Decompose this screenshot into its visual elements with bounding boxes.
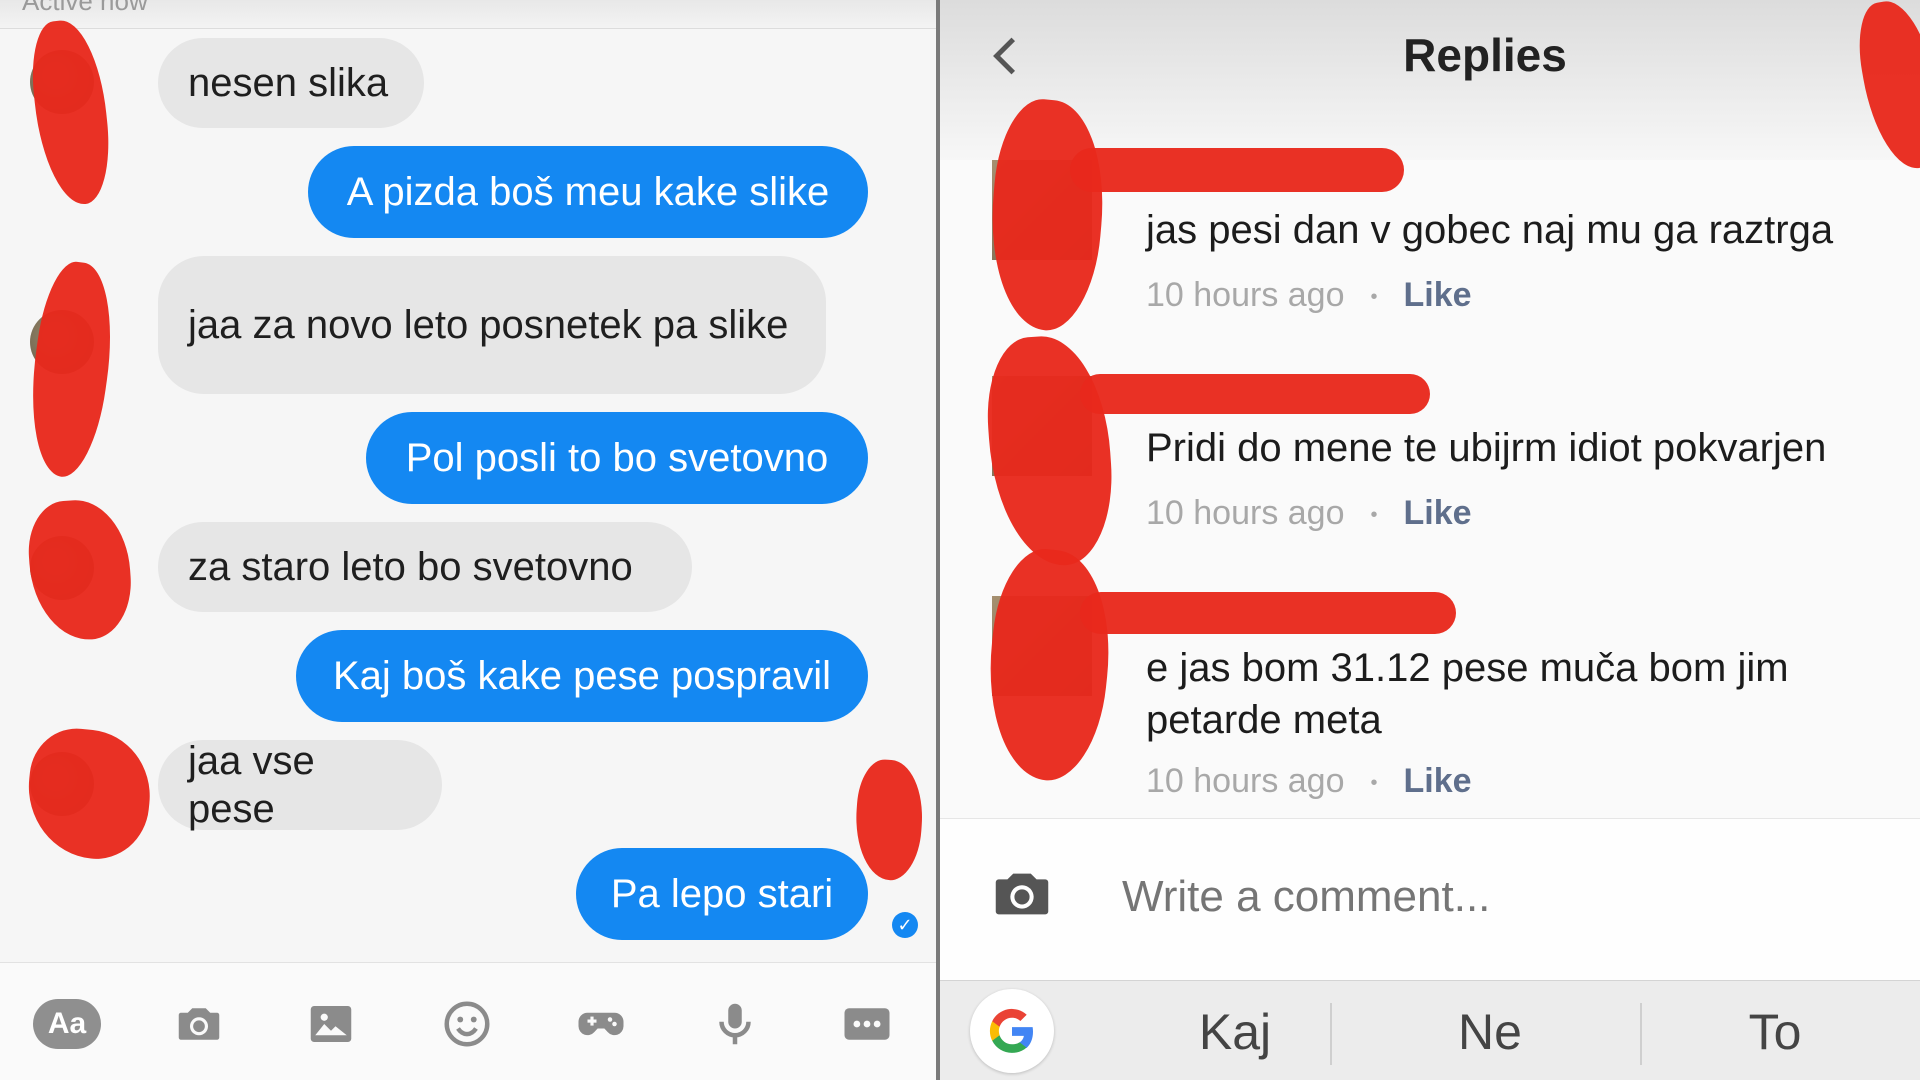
reply-meta: 10 hours ago • Like xyxy=(1146,494,1472,532)
incoming-message[interactable]: jaa za novo leto posnetek pa slike xyxy=(158,256,826,394)
redaction-mark xyxy=(982,332,1118,570)
reply-text: Pridi do mene te ubijrm idiot pokvarjen xyxy=(1146,426,1827,470)
camera-button[interactable] xyxy=(982,859,1062,929)
reply-text: e jas bom 31.12 pese muča bom jim petard… xyxy=(1146,646,1789,742)
comment-input[interactable] xyxy=(1120,871,1824,923)
suggestion-word[interactable]: Ne xyxy=(1340,1003,1640,1061)
more-icon xyxy=(844,1008,890,1040)
outgoing-message[interactable]: A pizda boš meu kake slike xyxy=(308,146,868,238)
redaction-mark xyxy=(25,496,135,644)
replies-panel: Replies jas pesi dan v gobec naj mu ga r… xyxy=(940,0,1920,1080)
like-link[interactable]: Like xyxy=(1404,494,1472,532)
google-icon xyxy=(989,1008,1033,1053)
page-title: Replies xyxy=(1403,29,1567,81)
incoming-message[interactable]: nesen slika xyxy=(158,38,424,128)
reply-timestamp: 10 hours ago xyxy=(1146,276,1345,314)
suggestion-word[interactable]: Kaj xyxy=(1110,1003,1360,1061)
reply-timestamp: 10 hours ago xyxy=(1146,762,1345,800)
gallery-button[interactable] xyxy=(296,995,366,1053)
incoming-message[interactable]: jaa vse pese xyxy=(158,739,442,831)
redaction-mark xyxy=(19,257,123,482)
aa-button[interactable]: Aa xyxy=(32,995,102,1053)
redaction-mark xyxy=(21,723,157,865)
reply-text: jas pesi dan v gobec naj mu ga raztrga xyxy=(1146,208,1834,252)
keyboard-suggestion-bar: Kaj Ne To xyxy=(940,980,1920,1080)
voice-button[interactable] xyxy=(700,995,770,1053)
games-button[interactable] xyxy=(566,995,636,1053)
seen-check-icon: ✓ xyxy=(892,912,918,938)
camera-button[interactable] xyxy=(164,995,234,1053)
redaction-mark xyxy=(26,16,116,209)
reply-timestamp: 10 hours ago xyxy=(1146,494,1345,532)
like-link[interactable]: Like xyxy=(1404,762,1472,800)
outgoing-message[interactable]: Kaj boš kake pese pospravil xyxy=(296,630,868,722)
image-icon xyxy=(310,1006,352,1042)
comment-composer xyxy=(940,818,1920,981)
active-status: Active now xyxy=(22,0,148,16)
redaction-mark xyxy=(1080,374,1430,414)
redaction-mark xyxy=(1080,592,1456,634)
redaction-mark xyxy=(851,757,927,883)
like-link[interactable]: Like xyxy=(1404,276,1472,314)
outgoing-message[interactable]: Pol posli to bo svetovno xyxy=(366,412,868,504)
camera-icon xyxy=(995,873,1049,915)
outgoing-message[interactable]: Pa lepo stari xyxy=(576,848,868,940)
aa-icon: Aa xyxy=(33,999,101,1049)
redaction-mark xyxy=(1850,0,1920,175)
more-button[interactable] xyxy=(832,995,902,1053)
emoji-button[interactable] xyxy=(432,995,502,1053)
camera-icon xyxy=(178,1008,220,1040)
suggestion-word[interactable]: To xyxy=(1650,1003,1900,1061)
redaction-mark xyxy=(1070,148,1404,192)
game-icon xyxy=(578,1012,624,1036)
reply-meta: 10 hours ago • Like xyxy=(1146,762,1472,800)
reply-meta: 10 hours ago • Like xyxy=(1146,276,1472,314)
redaction-mark xyxy=(978,544,1120,786)
composer-toolbar: Aa xyxy=(0,962,936,1080)
messenger-panel: Active now nesen slika A pizda boš meu k… xyxy=(0,0,936,1080)
microphone-icon xyxy=(719,1003,751,1045)
emoji-icon xyxy=(444,1001,490,1047)
google-button[interactable] xyxy=(970,989,1054,1073)
incoming-message[interactable]: za staro leto bo svetovno xyxy=(158,522,692,612)
chat-header: Active now xyxy=(0,0,936,29)
